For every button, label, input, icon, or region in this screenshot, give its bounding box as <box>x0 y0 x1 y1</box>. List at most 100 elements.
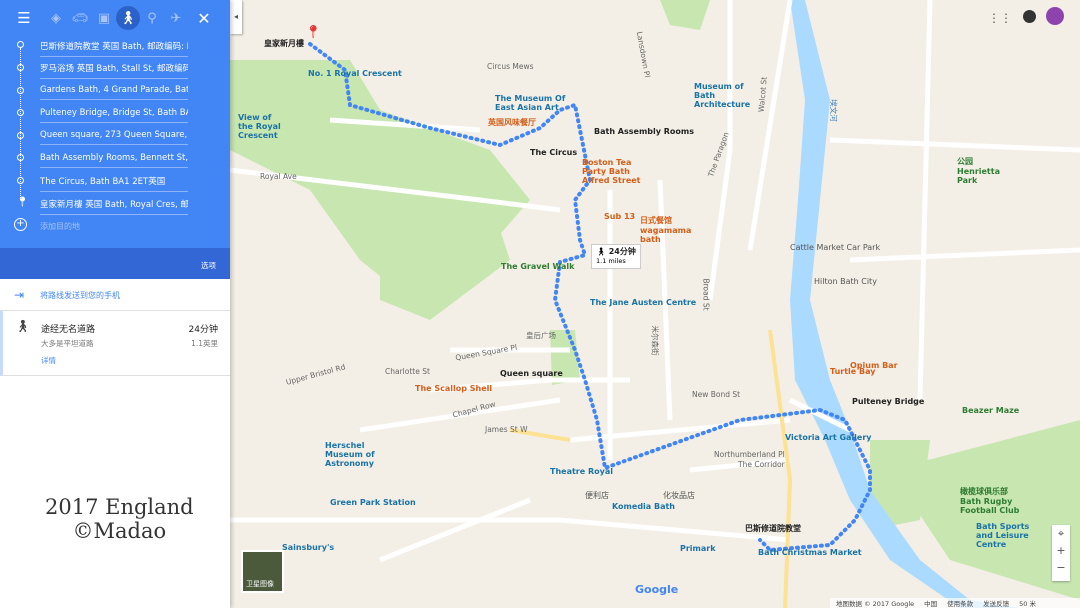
poi-label[interactable]: Sub 13 <box>604 212 635 221</box>
road-label: Circus Mews <box>487 62 534 71</box>
send-to-phone-link[interactable]: 将路线发送到您的手机 <box>40 290 120 301</box>
add-destination-icon[interactable]: + <box>14 218 27 231</box>
avatar[interactable] <box>1046 7 1064 25</box>
poi-label[interactable]: 便利店 <box>585 490 609 501</box>
marker-label-abbey[interactable]: 巴斯修道院教堂 <box>745 523 801 534</box>
marker-label-queen[interactable]: Queen square <box>500 369 563 378</box>
options-bar: 选项 <box>0 248 230 279</box>
google-logo: Google <box>635 583 679 596</box>
waypoint-input[interactable]: Bath Assembly Rooms, Bennett St, Bath <box>40 153 188 168</box>
poi-label[interactable]: Boston Tea Party Bath Alfred Street <box>582 158 654 185</box>
destination-pin-icon: 📍︎ <box>16 197 29 208</box>
waypoint-input[interactable]: 皇家新月樓 英国 Bath, Royal Cres, 邮政 <box>40 198 188 215</box>
poi-label[interactable]: Opium Bar <box>850 361 898 370</box>
waypoint-dot-icon <box>17 132 24 139</box>
marker-label-circus[interactable]: The Circus <box>530 148 577 157</box>
flight-icon[interactable]: ✈ <box>164 6 188 30</box>
road-label: Charlotte St <box>385 367 430 376</box>
route-subtitle: 大多是平坦道路 <box>41 339 94 348</box>
marker-label-assembly[interactable]: Bath Assembly Rooms <box>594 127 694 136</box>
menu-icon[interactable]: ☰ <box>12 6 36 30</box>
directions-panel: ☰ ◈ 🚗︎ ▣ 🚶︎ ⚲ ✈ ✕ 巴斯修道院教堂 英国 Bath, 邮政编码:… <box>0 0 230 608</box>
feedback-link[interactable]: 发送反馈 <box>983 598 1009 608</box>
walk-icon: 🚶︎ <box>596 247 607 256</box>
road-label: 皇后广场 <box>526 331 556 340</box>
waypoint-input[interactable]: Pulteney Bridge, Bridge St, Bath BA2 4A <box>40 108 188 123</box>
transit-icon[interactable]: ▣ <box>92 6 116 30</box>
route-time-bubble[interactable]: 🚶︎ 24分钟 1.1 miles <box>591 244 641 269</box>
poi-label[interactable]: The Scallop Shell <box>415 384 492 393</box>
poi-label[interactable]: Hilton Bath City <box>814 277 877 286</box>
waypoint-input[interactable]: The Circus, Bath BA1 2ET英国 <box>40 175 188 192</box>
poi-label[interactable]: 英国风味餐厅 <box>488 117 536 128</box>
poi-label[interactable]: 化妆品店 <box>663 490 695 501</box>
walk-icon[interactable]: 🚶︎ <box>116 6 140 30</box>
road-label: Broad St <box>701 278 711 311</box>
poi-label[interactable]: Primark <box>680 544 716 553</box>
watermark: 2017 England ©Madao <box>45 495 194 543</box>
poi-label[interactable]: The Jane Austen Centre <box>590 298 696 307</box>
route-option[interactable]: 🚶︎ 途经无名道路 24分钟 大多是平坦道路 1.1英里 详情 <box>0 311 230 376</box>
poi-label[interactable]: Victoria Art Gallery <box>785 433 872 442</box>
poi-label[interactable]: The Gravel Walk <box>501 262 574 271</box>
send-to-phone-icon: ⇥ <box>14 288 25 302</box>
satellite-toggle[interactable]: 卫星图像 <box>241 550 284 593</box>
best-route-icon[interactable]: ◈ <box>44 6 68 30</box>
poi-label[interactable]: Theatre Royal <box>550 467 613 476</box>
poi-label[interactable]: 橄榄球俱乐部 Bath Rugby Football Club <box>960 486 1020 515</box>
apps-grid-icon[interactable]: ⋮⋮ <box>988 11 1012 25</box>
options-button[interactable]: 选项 <box>201 260 216 271</box>
zoom-out-button[interactable]: − <box>1052 559 1070 576</box>
poi-label[interactable]: Sainsbury's <box>282 543 334 552</box>
poi-label[interactable]: Museum of Bath Architecture <box>694 82 764 109</box>
details-link[interactable]: 详情 <box>41 355 56 366</box>
waypoint-input[interactable]: 罗马浴场 英国 Bath, Stall St, 邮政编码: B <box>40 62 188 79</box>
marker-label-pulteney[interactable]: Pulteney Bridge <box>852 397 924 406</box>
poi-label[interactable]: No. 1 Royal Crescent <box>308 69 402 78</box>
bicycle-icon[interactable]: ⚲ <box>140 6 164 30</box>
poi-label[interactable]: 日式餐馆 wagamama bath <box>640 215 705 244</box>
poi-label[interactable]: 公园 Henrietta Park <box>957 156 1002 185</box>
poi-label[interactable]: Komedia Bath <box>612 502 675 511</box>
poi-label[interactable]: Bath Sports and Leisure Centre <box>976 522 1036 549</box>
scale-bar[interactable]: 50 米 <box>1019 598 1036 608</box>
collapse-panel-button[interactable]: ◂ <box>230 0 242 34</box>
waypoint-dot-icon <box>17 64 24 71</box>
travel-modes: ☰ ◈ 🚗︎ ▣ 🚶︎ ⚲ ✈ ✕ <box>0 0 230 36</box>
poi-label[interactable]: Bath Christmas Market <box>758 548 862 557</box>
region-link[interactable]: 中国 <box>924 598 937 608</box>
poi-label[interactable]: Beazer Maze <box>962 406 1019 415</box>
zoom-controls: ⌖ + − <box>1052 525 1070 581</box>
waypoint-dot-icon <box>17 177 24 184</box>
zoom-in-button[interactable]: + <box>1052 542 1070 559</box>
notifications-icon[interactable] <box>1023 10 1036 23</box>
road-label: New Bond St <box>692 390 741 399</box>
waypoint-dot-icon <box>17 109 24 116</box>
map-canvas[interactable]: ◂ 📍︎ 皇家新月樓 The Circus Bath Assembly Room… <box>230 0 1080 608</box>
waypoint-input[interactable]: Gardens Bath, 4 Grand Parade, Bath BA <box>40 85 188 100</box>
waypoint-dot-icon <box>17 87 24 94</box>
poi-label[interactable]: Green Park Station <box>330 498 416 507</box>
poi-label[interactable]: Herschel Museum of Astronomy <box>325 441 395 468</box>
poi-label[interactable]: The Museum Of East Asian Art <box>495 94 570 112</box>
road-label: James St W <box>485 425 528 434</box>
waypoint-input[interactable]: Queen square, 273 Queen Square, Bath <box>40 130 188 145</box>
destination-pin-icon[interactable]: 📍︎ <box>305 25 322 40</box>
send-to-phone-row[interactable]: ⇥ 将路线发送到您的手机 <box>0 279 230 311</box>
map-footer: 地图数据 © 2017 Google 中国 使用条款 发送反馈 50 米 <box>830 598 1080 608</box>
my-location-icon[interactable]: ⌖ <box>1052 525 1070 542</box>
road-label: Royal Ave <box>260 172 297 181</box>
route-title: 途经无名道路 <box>41 325 96 335</box>
poi-label[interactable]: View of the Royal Crescent <box>238 113 286 140</box>
map-data-credit: 地图数据 © 2017 Google <box>836 600 915 608</box>
poi-label[interactable]: Cattle Market Car Park <box>790 243 880 252</box>
car-icon[interactable]: 🚗︎ <box>68 6 92 30</box>
add-destination-button[interactable]: 添加目的地 <box>40 221 80 232</box>
walk-icon: 🚶︎ <box>15 319 31 333</box>
route-distance: 1.1英里 <box>191 339 218 348</box>
marker-label-crescent[interactable]: 皇家新月樓 <box>264 38 304 49</box>
terms-link[interactable]: 使用条款 <box>947 598 973 608</box>
road-label: The Corridor <box>738 460 785 469</box>
waypoint-input[interactable]: 巴斯修道院教堂 英国 Bath, 邮政编码: BA <box>40 40 188 57</box>
close-icon[interactable]: ✕ <box>192 6 216 30</box>
